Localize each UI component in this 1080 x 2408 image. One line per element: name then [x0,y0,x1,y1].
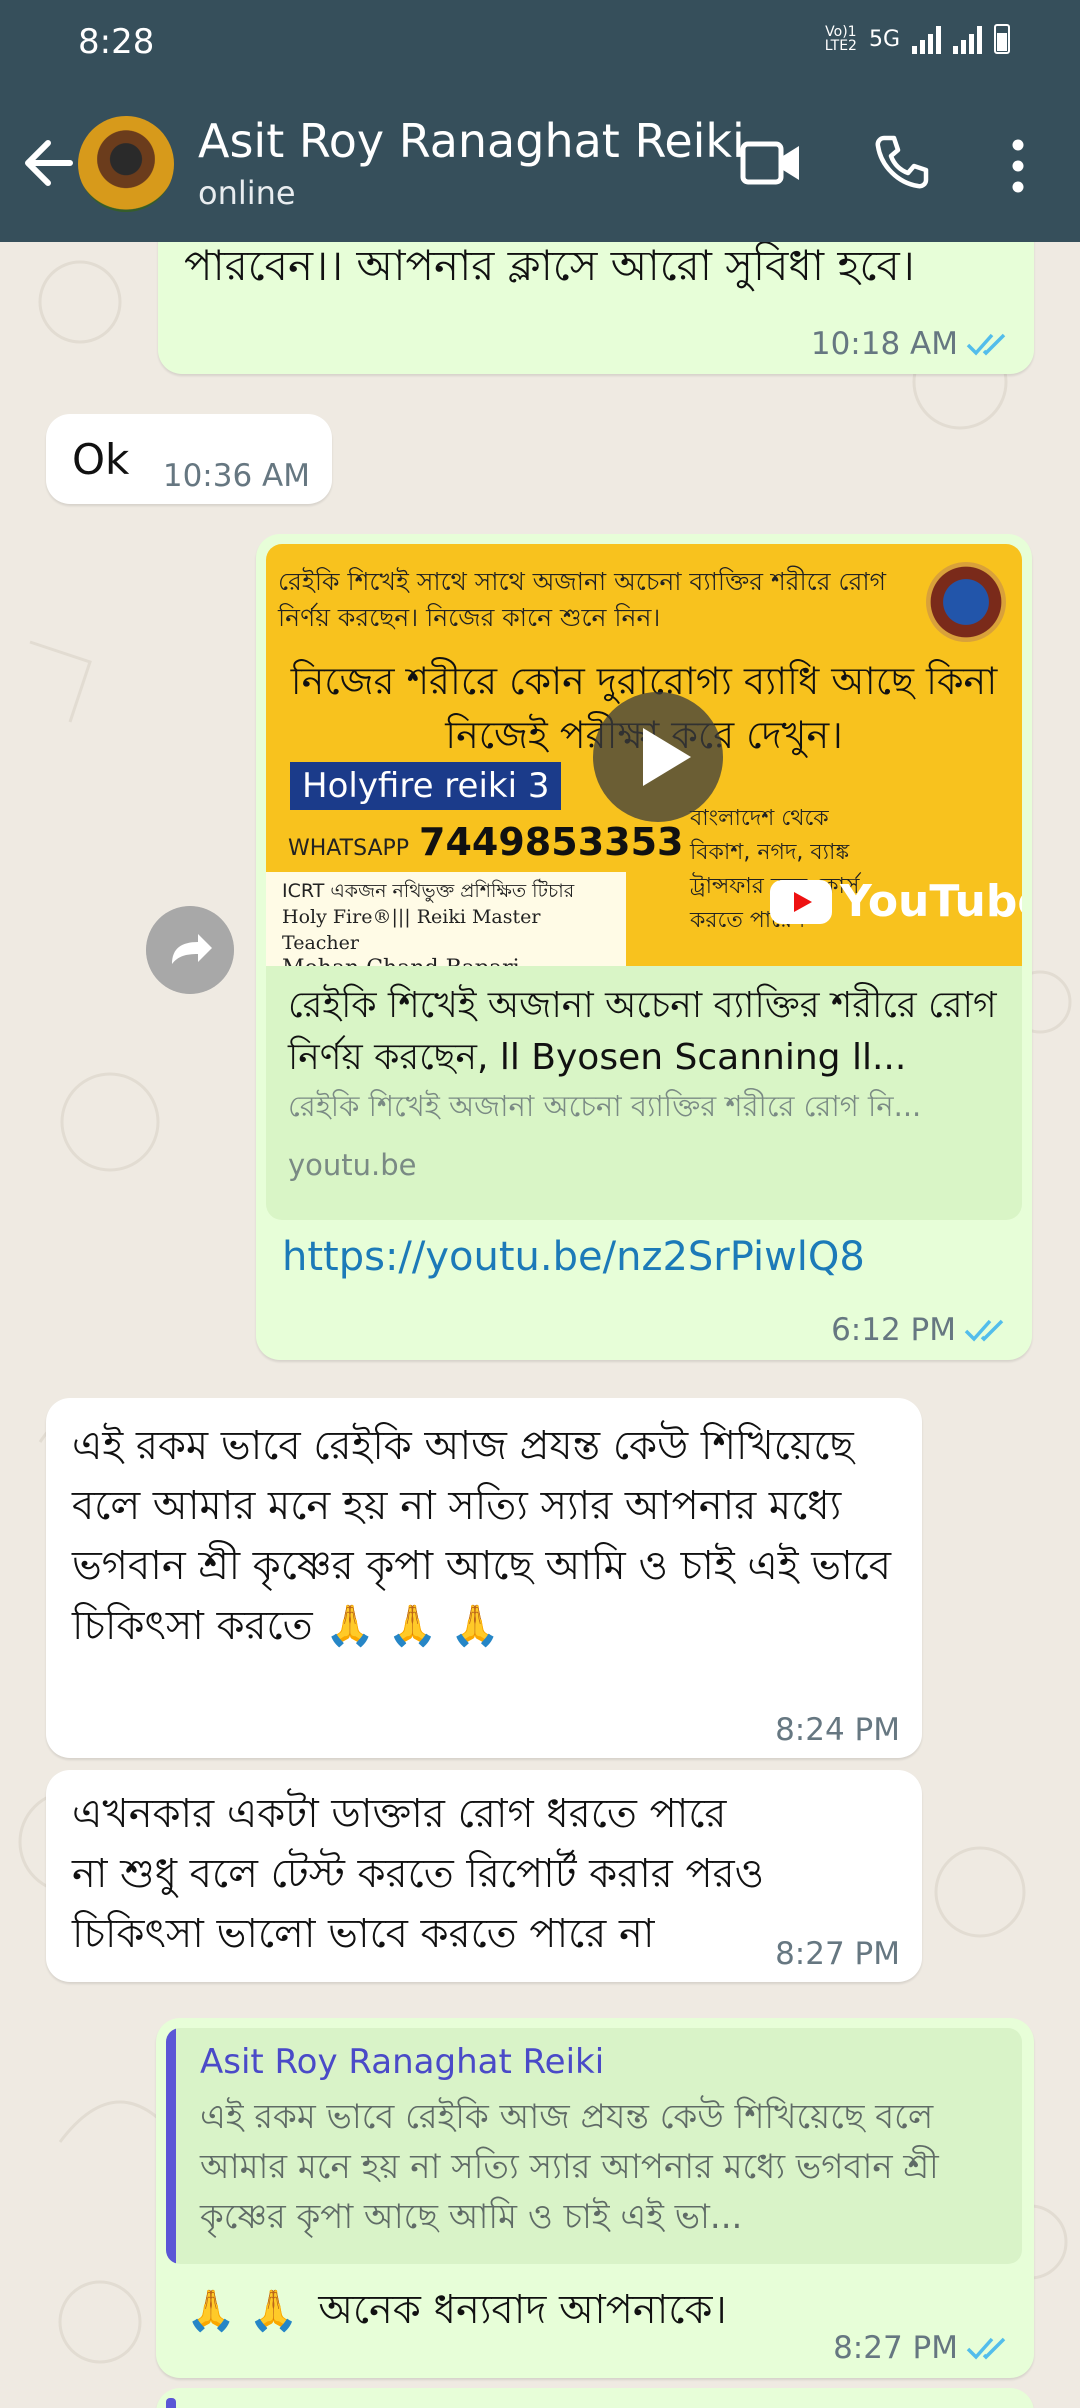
message-link[interactable]: https://youtu.be/nz2SrPiwlQ8 [282,1234,865,1280]
message-outgoing[interactable]: পারবেন।। আপনার ক্লাসে আরো সুবিধা হবে। 10… [158,242,1034,374]
voice-call-icon[interactable] [874,134,930,190]
status-time: 8:28 [78,22,155,62]
play-button-icon[interactable] [593,692,723,822]
thumbnail-badge: Holyfire reiki 3 [290,762,562,810]
message-time: 8:24 PM [775,1712,900,1748]
cert-line-2: Holy Fire®||| Reiki Master Teacher [282,906,541,954]
volte-icon: Vo)1 LTE2 [824,24,857,54]
message-incoming[interactable]: এখনকার একটা ডাক্তার রোগ ধরতে পারে না শুধ… [46,1770,922,1982]
message-link-preview[interactable]: রেইকি শিখেই সাথে সাথে অজানা অচেনা ব্যাক্… [256,534,1032,1360]
message-time: 6:12 PM [831,1312,956,1348]
system-icons: Vo)1 LTE2 5G [825,24,1010,54]
signal-1-icon [912,24,941,54]
reiki-logo [926,562,1006,642]
message-text: এই রকম ভাবে রেইকি আজ প্রযন্ত কেউ শিখিয়ে… [72,1423,892,1649]
read-ticks-icon [966,333,1006,356]
message-meta: 10:18 AM [811,326,1012,362]
signal-2-icon [953,24,982,54]
link-preview-box[interactable]: রেইকি শিখেই অজানা অচেনা ব্যাক্তির শরীরে … [266,966,1022,1220]
quote-bar [166,2028,176,2264]
message-time: 8:27 PM [775,1936,900,1972]
preview-domain: youtu.be [288,1148,417,1182]
message-time: 10:18 AM [810,326,958,362]
youtube-icon [770,879,832,924]
message-time: 8:27 PM [833,2330,958,2366]
cert-line-3: Mohan Chand Bapari [282,956,610,966]
quote-author: Asit Roy Ranaghat Reiki [200,2042,605,2082]
whatsapp-number: 7449853353 [419,820,684,864]
quoted-message[interactable]: Asit Roy Ranaghat Reiki এই রকম ভাবে রেইক… [166,2028,1022,2264]
message-meta: 6:12 PM [831,1312,1010,1348]
forward-icon[interactable] [146,906,234,994]
whatsapp-label: WHATSAPP [288,836,410,861]
video-call-icon[interactable] [740,138,802,188]
message-text: অনেক ধন্যবাদ আপনাকে। [318,2287,727,2333]
folded-hands-emoji: 🙏 🙏 [186,2287,299,2334]
video-thumbnail[interactable]: রেইকি শিখেই সাথে সাথে অজানা অচেনা ব্যাক্… [266,544,1022,966]
thumbnail-caption: রেইকি শিখেই সাথে সাথে অজানা অচেনা ব্যাক্… [278,567,886,632]
read-ticks-icon [966,2337,1006,2360]
message-time: 10:36 AM [162,458,310,494]
battery-icon [994,24,1010,54]
chat-header: Asit Roy Ranaghat Reiki online [0,88,1080,242]
quote-bar [166,2398,176,2408]
more-options-icon[interactable] [1006,138,1030,194]
contact-name[interactable]: Asit Roy Ranaghat Reiki [198,114,745,168]
message-text: এখনকার একটা ডাক্তার রোগ ধরতে পারে না শুধ… [72,1791,765,1957]
thumbnail-whatsapp: WHATSAPP 7449853353 [288,820,683,864]
status-bar: 8:28 Vo)1 LTE2 5G [0,0,1080,88]
contact-avatar[interactable] [78,116,174,212]
preview-title: রেইকি শিখেই অজানা অচেনা ব্যাক্তির শরীরে … [288,985,997,1078]
cert-line-1: ICRT একজন নথিভুক্ত প্রশিক্ষিত টিচার [282,880,575,902]
message-text: Ok [72,435,130,484]
chat-area[interactable]: পারবেন।। আপনার ক্লাসে আরো সুবিধা হবে। 10… [0,242,1080,2408]
reply-body: 🙏 🙏 অনেক ধন্যবাদ আপনাকে। [186,2280,727,2340]
youtube-label: YouTube [840,876,1022,927]
message-incoming[interactable]: Ok 10:36 AM [46,414,332,504]
network-type: 5G [868,26,900,52]
contact-status: online [198,174,296,212]
message-meta: 8:27 PM [833,2330,1012,2366]
back-arrow-icon[interactable] [18,128,78,198]
thumbnail-certificate: ICRT একজন নথিভুক্ত প্রশিক্ষিত টিচার Holy… [266,872,626,966]
message-incoming[interactable]: এই রকম ভাবে রেইকি আজ প্রযন্ত কেউ শিখিয়ে… [46,1398,922,1758]
read-ticks-icon [964,1319,1004,1342]
quote-text: এই রকম ভাবে রেইকি আজ প্রযন্ত কেউ শিখিয়ে… [200,2097,939,2237]
message-text: পারবেন।। আপনার ক্লাসে আরো সুবিধা হবে। [184,242,915,290]
message-outgoing-partial[interactable] [156,2388,1034,2408]
message-outgoing-reply[interactable]: Asit Roy Ranaghat Reiki এই রকম ভাবে রেইক… [156,2018,1034,2378]
preview-description: রেইকি শিখেই অজানা অচেনা ব্যাক্তির শরীরে … [288,1089,922,1123]
youtube-watermark: YouTube [770,876,1022,927]
